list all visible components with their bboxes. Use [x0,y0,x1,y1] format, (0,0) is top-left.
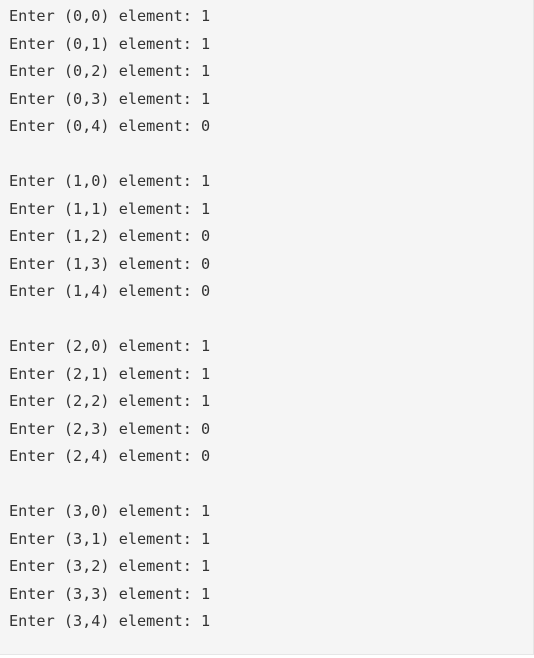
console-line: Enter (0,0) element: 1 [9,7,211,25]
console-output: Enter (0,0) element: 1 Enter (0,1) eleme… [0,0,534,655]
console-line: Enter (3,4) element: 1 [9,612,211,630]
console-line: Enter (1,2) element: 0 [9,227,211,245]
console-line: Enter (1,0) element: 1 [9,172,211,190]
console-line: Enter (3,3) element: 1 [9,584,211,603]
console-line: Enter (1,1) element: 1 [9,199,211,218]
console-line: Enter (0,2) element: 1 [9,62,211,80]
console-line: Enter (2,1) element: 1 [9,364,211,383]
console-line: Enter (0,4) element: 0 [9,117,211,135]
console-line: Enter (1,3) element: 0 [9,254,211,273]
console-line: Enter (3,2) element: 1 [9,557,211,575]
console-line: Enter (1,4) element: 0 [9,282,211,300]
console-line: Enter (3,0) element: 1 [9,502,211,520]
console-line: Enter (0,1) element: 1 [9,34,211,53]
console-line: Enter (2,2) element: 1 [9,392,211,410]
console-line: Enter (2,0) element: 1 [9,337,211,355]
console-line: Enter (2,3) element: 0 [9,419,211,438]
console-line: Enter (0,3) element: 1 [9,89,211,108]
console-line: Enter (2,4) element: 0 [9,447,211,465]
console-line: Enter (3,1) element: 1 [9,529,211,548]
